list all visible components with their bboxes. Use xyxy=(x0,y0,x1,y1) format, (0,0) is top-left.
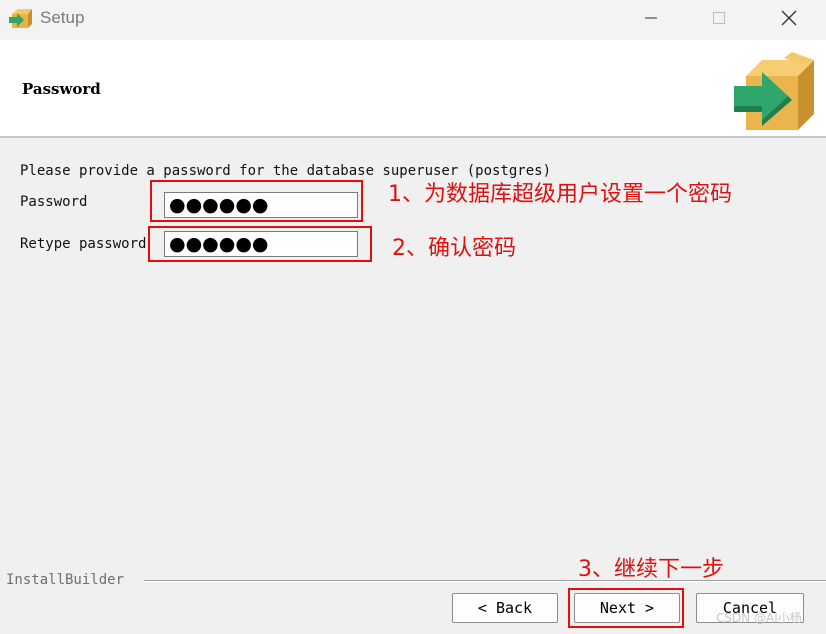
box-arrow-icon xyxy=(9,9,32,28)
footer-divider xyxy=(144,580,826,582)
minimize-icon xyxy=(645,17,657,19)
annotation-step3: 3、继续下一步 xyxy=(578,557,724,582)
header-panel: Password xyxy=(0,40,826,138)
back-button[interactable]: < Back xyxy=(452,593,558,623)
watermark: CSDN @AI小杨 xyxy=(716,611,802,625)
window-title: Setup xyxy=(40,8,85,27)
next-button[interactable]: Next > xyxy=(574,593,680,623)
page-title: Password xyxy=(22,80,101,98)
annotation-box-retype xyxy=(148,226,372,262)
title-bar: Setup xyxy=(0,0,826,40)
close-icon xyxy=(781,10,797,26)
annotation-box-password xyxy=(150,180,363,222)
annotation-step1: 1、为数据库超级用户设置一个密码 xyxy=(388,182,732,207)
box-arrow-logo xyxy=(734,52,814,130)
installbuilder-label: InstallBuilder xyxy=(6,572,125,588)
annotation-step2: 2、确认密码 xyxy=(392,236,516,261)
close-button[interactable] xyxy=(766,4,812,32)
retype-password-label: Retype password xyxy=(20,236,147,252)
password-label: Password xyxy=(20,194,88,210)
maximize-icon xyxy=(713,12,725,24)
minimize-button[interactable] xyxy=(628,4,674,32)
maximize-button[interactable] xyxy=(696,4,742,32)
